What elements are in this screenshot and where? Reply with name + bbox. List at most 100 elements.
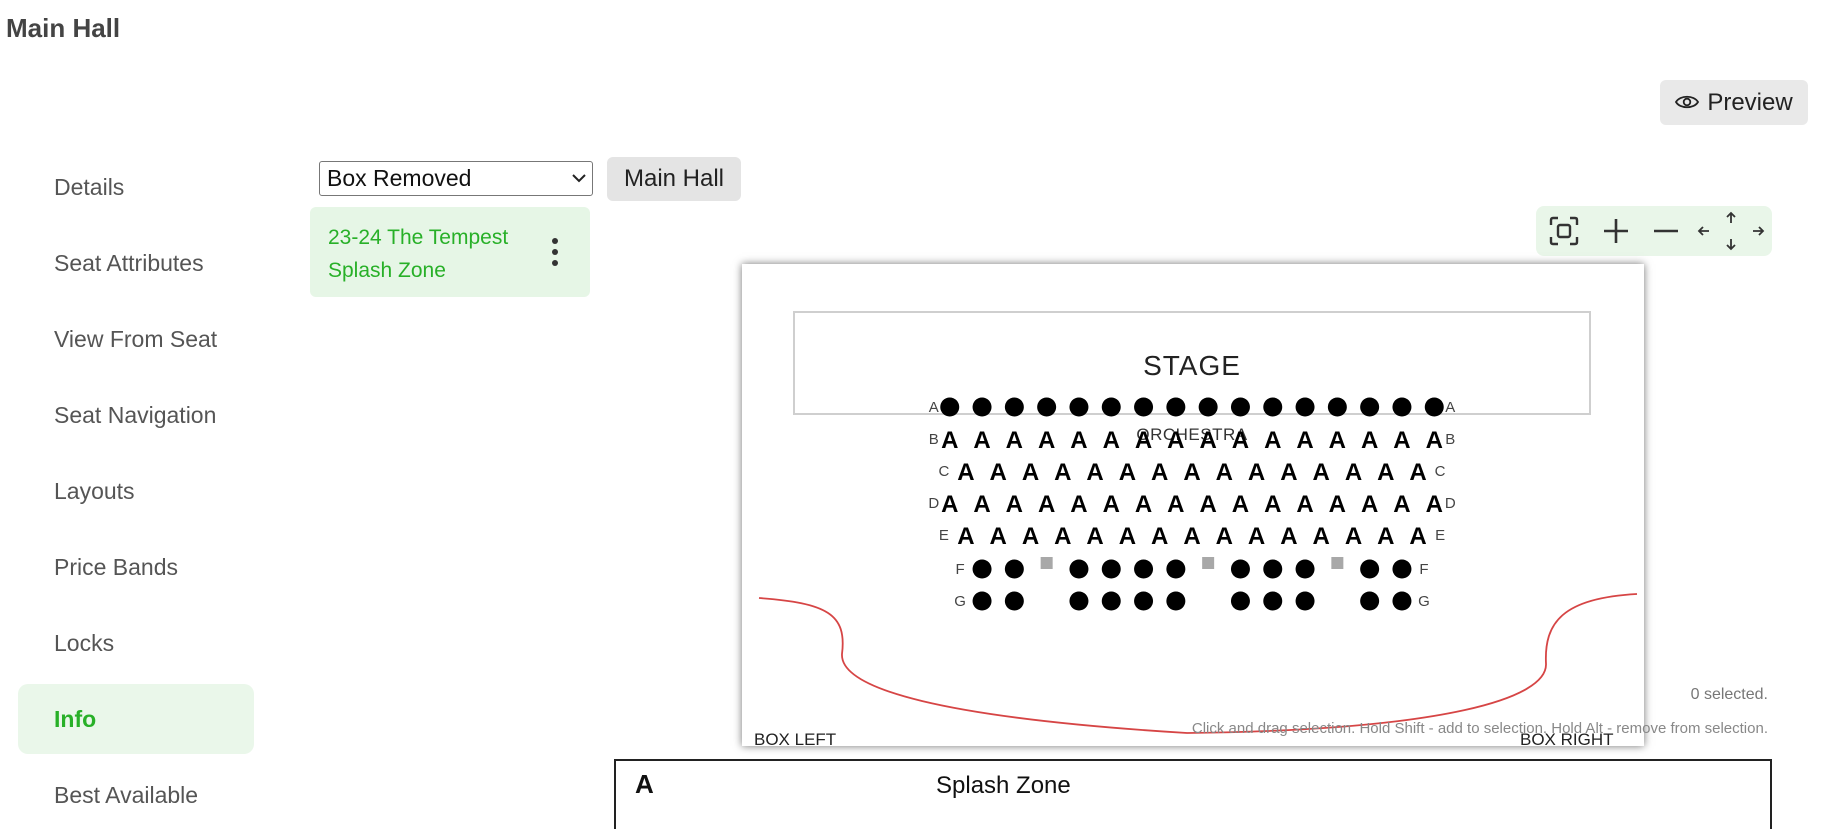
seat[interactable]	[1360, 591, 1380, 611]
seat-info-glyph[interactable]: A	[1199, 427, 1216, 454]
seat-info-glyph[interactable]: A	[1248, 523, 1265, 550]
sidebar-item-view-from-seat[interactable]: View From Seat	[18, 304, 254, 374]
seat-info-glyph[interactable]: A	[1216, 459, 1233, 486]
seat-info-glyph[interactable]: A	[1296, 491, 1313, 518]
seat-info-glyph[interactable]: A	[1167, 427, 1184, 454]
seat[interactable]	[1360, 559, 1380, 579]
seat-info-glyph[interactable]: A	[941, 427, 958, 454]
seat-info-glyph[interactable]: A	[1313, 459, 1330, 486]
seat-map-canvas[interactable]: STAGE ORCHESTRA AABBAAAAAAAAAAAAAAAACCAA…	[742, 264, 1644, 746]
seat-info-glyph[interactable]: A	[973, 427, 990, 454]
seat[interactable]	[1295, 559, 1315, 579]
seat-info-glyph[interactable]: A	[973, 491, 990, 518]
seat[interactable]	[1392, 397, 1412, 417]
seat[interactable]	[1004, 397, 1024, 417]
zoom-out-icon[interactable]	[1644, 206, 1688, 256]
seat-info-glyph[interactable]: A	[1167, 491, 1184, 518]
seat[interactable]	[1230, 591, 1250, 611]
seat[interactable]	[1101, 397, 1121, 417]
seat-info-glyph[interactable]: A	[1232, 491, 1249, 518]
seat-info-glyph[interactable]: A	[1329, 427, 1346, 454]
seat-info-glyph[interactable]: A	[1377, 459, 1394, 486]
seat-info-glyph[interactable]: A	[1393, 427, 1410, 454]
seat-info-glyph[interactable]: A	[1119, 523, 1136, 550]
seat[interactable]	[972, 559, 992, 579]
seat[interactable]	[1004, 559, 1024, 579]
seat[interactable]	[1327, 397, 1347, 417]
seat-info-glyph[interactable]: A	[1103, 491, 1120, 518]
seat[interactable]	[1101, 559, 1121, 579]
seat-info-glyph[interactable]: A	[1054, 459, 1071, 486]
seat-info-glyph[interactable]: A	[1038, 427, 1055, 454]
seat[interactable]	[1295, 591, 1315, 611]
seat-info-glyph[interactable]: A	[1426, 427, 1443, 454]
layout-select[interactable]: Box Removed	[319, 161, 593, 196]
seat-info-glyph[interactable]: A	[1345, 459, 1362, 486]
seat-info-glyph[interactable]: A	[1022, 459, 1039, 486]
seat-info-glyph[interactable]: A	[990, 459, 1007, 486]
sidebar-item-seat-attributes[interactable]: Seat Attributes	[18, 228, 254, 298]
seat-info-glyph[interactable]: A	[1248, 459, 1265, 486]
sidebar-item-best-available[interactable]: Best Available	[18, 760, 254, 830]
pan-icon[interactable]	[1694, 206, 1768, 256]
main-hall-button[interactable]: Main Hall	[607, 157, 741, 201]
seat[interactable]	[1230, 559, 1250, 579]
seat-info-glyph[interactable]: A	[1426, 491, 1443, 518]
seat[interactable]	[1037, 397, 1057, 417]
seat-info-glyph[interactable]: A	[1006, 427, 1023, 454]
seat[interactable]	[1101, 591, 1121, 611]
seat-info-glyph[interactable]: A	[1393, 491, 1410, 518]
seat-info-glyph[interactable]: A	[1135, 491, 1152, 518]
seat-info-glyph[interactable]: A	[1345, 523, 1362, 550]
seat-info-glyph[interactable]: A	[957, 523, 974, 550]
sidebar-item-layouts[interactable]: Layouts	[18, 456, 254, 526]
seat-info-glyph[interactable]: A	[1199, 491, 1216, 518]
preview-button[interactable]: Preview	[1660, 80, 1808, 125]
seat-info-glyph[interactable]: A	[1280, 459, 1297, 486]
seat[interactable]	[1263, 559, 1283, 579]
seat-info-glyph[interactable]: A	[1006, 491, 1023, 518]
seat-info-glyph[interactable]: A	[1280, 523, 1297, 550]
seat[interactable]	[1166, 591, 1186, 611]
seat-info-glyph[interactable]: A	[1070, 427, 1087, 454]
seat[interactable]	[940, 397, 960, 417]
seat[interactable]	[972, 591, 992, 611]
seat-info-glyph[interactable]: A	[1054, 523, 1071, 550]
fit-screen-icon[interactable]	[1542, 206, 1586, 256]
seat-info-glyph[interactable]: A	[1151, 523, 1168, 550]
more-options-icon[interactable]	[552, 238, 558, 271]
seat[interactable]	[1295, 397, 1315, 417]
seat[interactable]	[1263, 591, 1283, 611]
seat-info-glyph[interactable]: A	[1086, 523, 1103, 550]
sidebar-item-info[interactable]: Info	[18, 684, 254, 754]
seat-info-glyph[interactable]: A	[1377, 523, 1394, 550]
seat[interactable]	[1069, 591, 1089, 611]
seat-info-glyph[interactable]: A	[1135, 427, 1152, 454]
seat-info-glyph[interactable]: A	[1022, 523, 1039, 550]
seat-info-glyph[interactable]: A	[1086, 459, 1103, 486]
seat[interactable]	[1360, 397, 1380, 417]
seat-map[interactable]: STAGE ORCHESTRA A AB BA A A A A A A A A A A A A A A AC CA A…	[742, 264, 1644, 746]
seat-info-glyph[interactable]: A	[1296, 427, 1313, 454]
seat[interactable]	[1424, 397, 1444, 417]
seat[interactable]	[1069, 397, 1089, 417]
sidebar-item-seat-navigation[interactable]: Seat Navigation	[18, 380, 254, 450]
seat[interactable]	[1069, 559, 1089, 579]
seat[interactable]	[1392, 559, 1412, 579]
seat-info-glyph[interactable]: A	[1183, 523, 1200, 550]
seat-info-glyph[interactable]: A	[1103, 427, 1120, 454]
seat[interactable]	[1134, 591, 1154, 611]
seat-info-glyph[interactable]: A	[1264, 427, 1281, 454]
seat-info-glyph[interactable]: A	[1038, 491, 1055, 518]
seat[interactable]	[1263, 397, 1283, 417]
seat[interactable]	[972, 397, 992, 417]
seat-info-glyph[interactable]: A	[1329, 491, 1346, 518]
seat-info-glyph[interactable]: A	[1119, 459, 1136, 486]
zoom-in-icon[interactable]	[1594, 206, 1638, 256]
seat-info-glyph[interactable]: A	[1361, 427, 1378, 454]
seat[interactable]	[1198, 397, 1218, 417]
seat-info-glyph[interactable]: A	[1264, 491, 1281, 518]
seat-info-glyph[interactable]: A	[1409, 523, 1426, 550]
seat-info-glyph[interactable]: A	[1216, 523, 1233, 550]
seat-info-glyph[interactable]: A	[1070, 491, 1087, 518]
